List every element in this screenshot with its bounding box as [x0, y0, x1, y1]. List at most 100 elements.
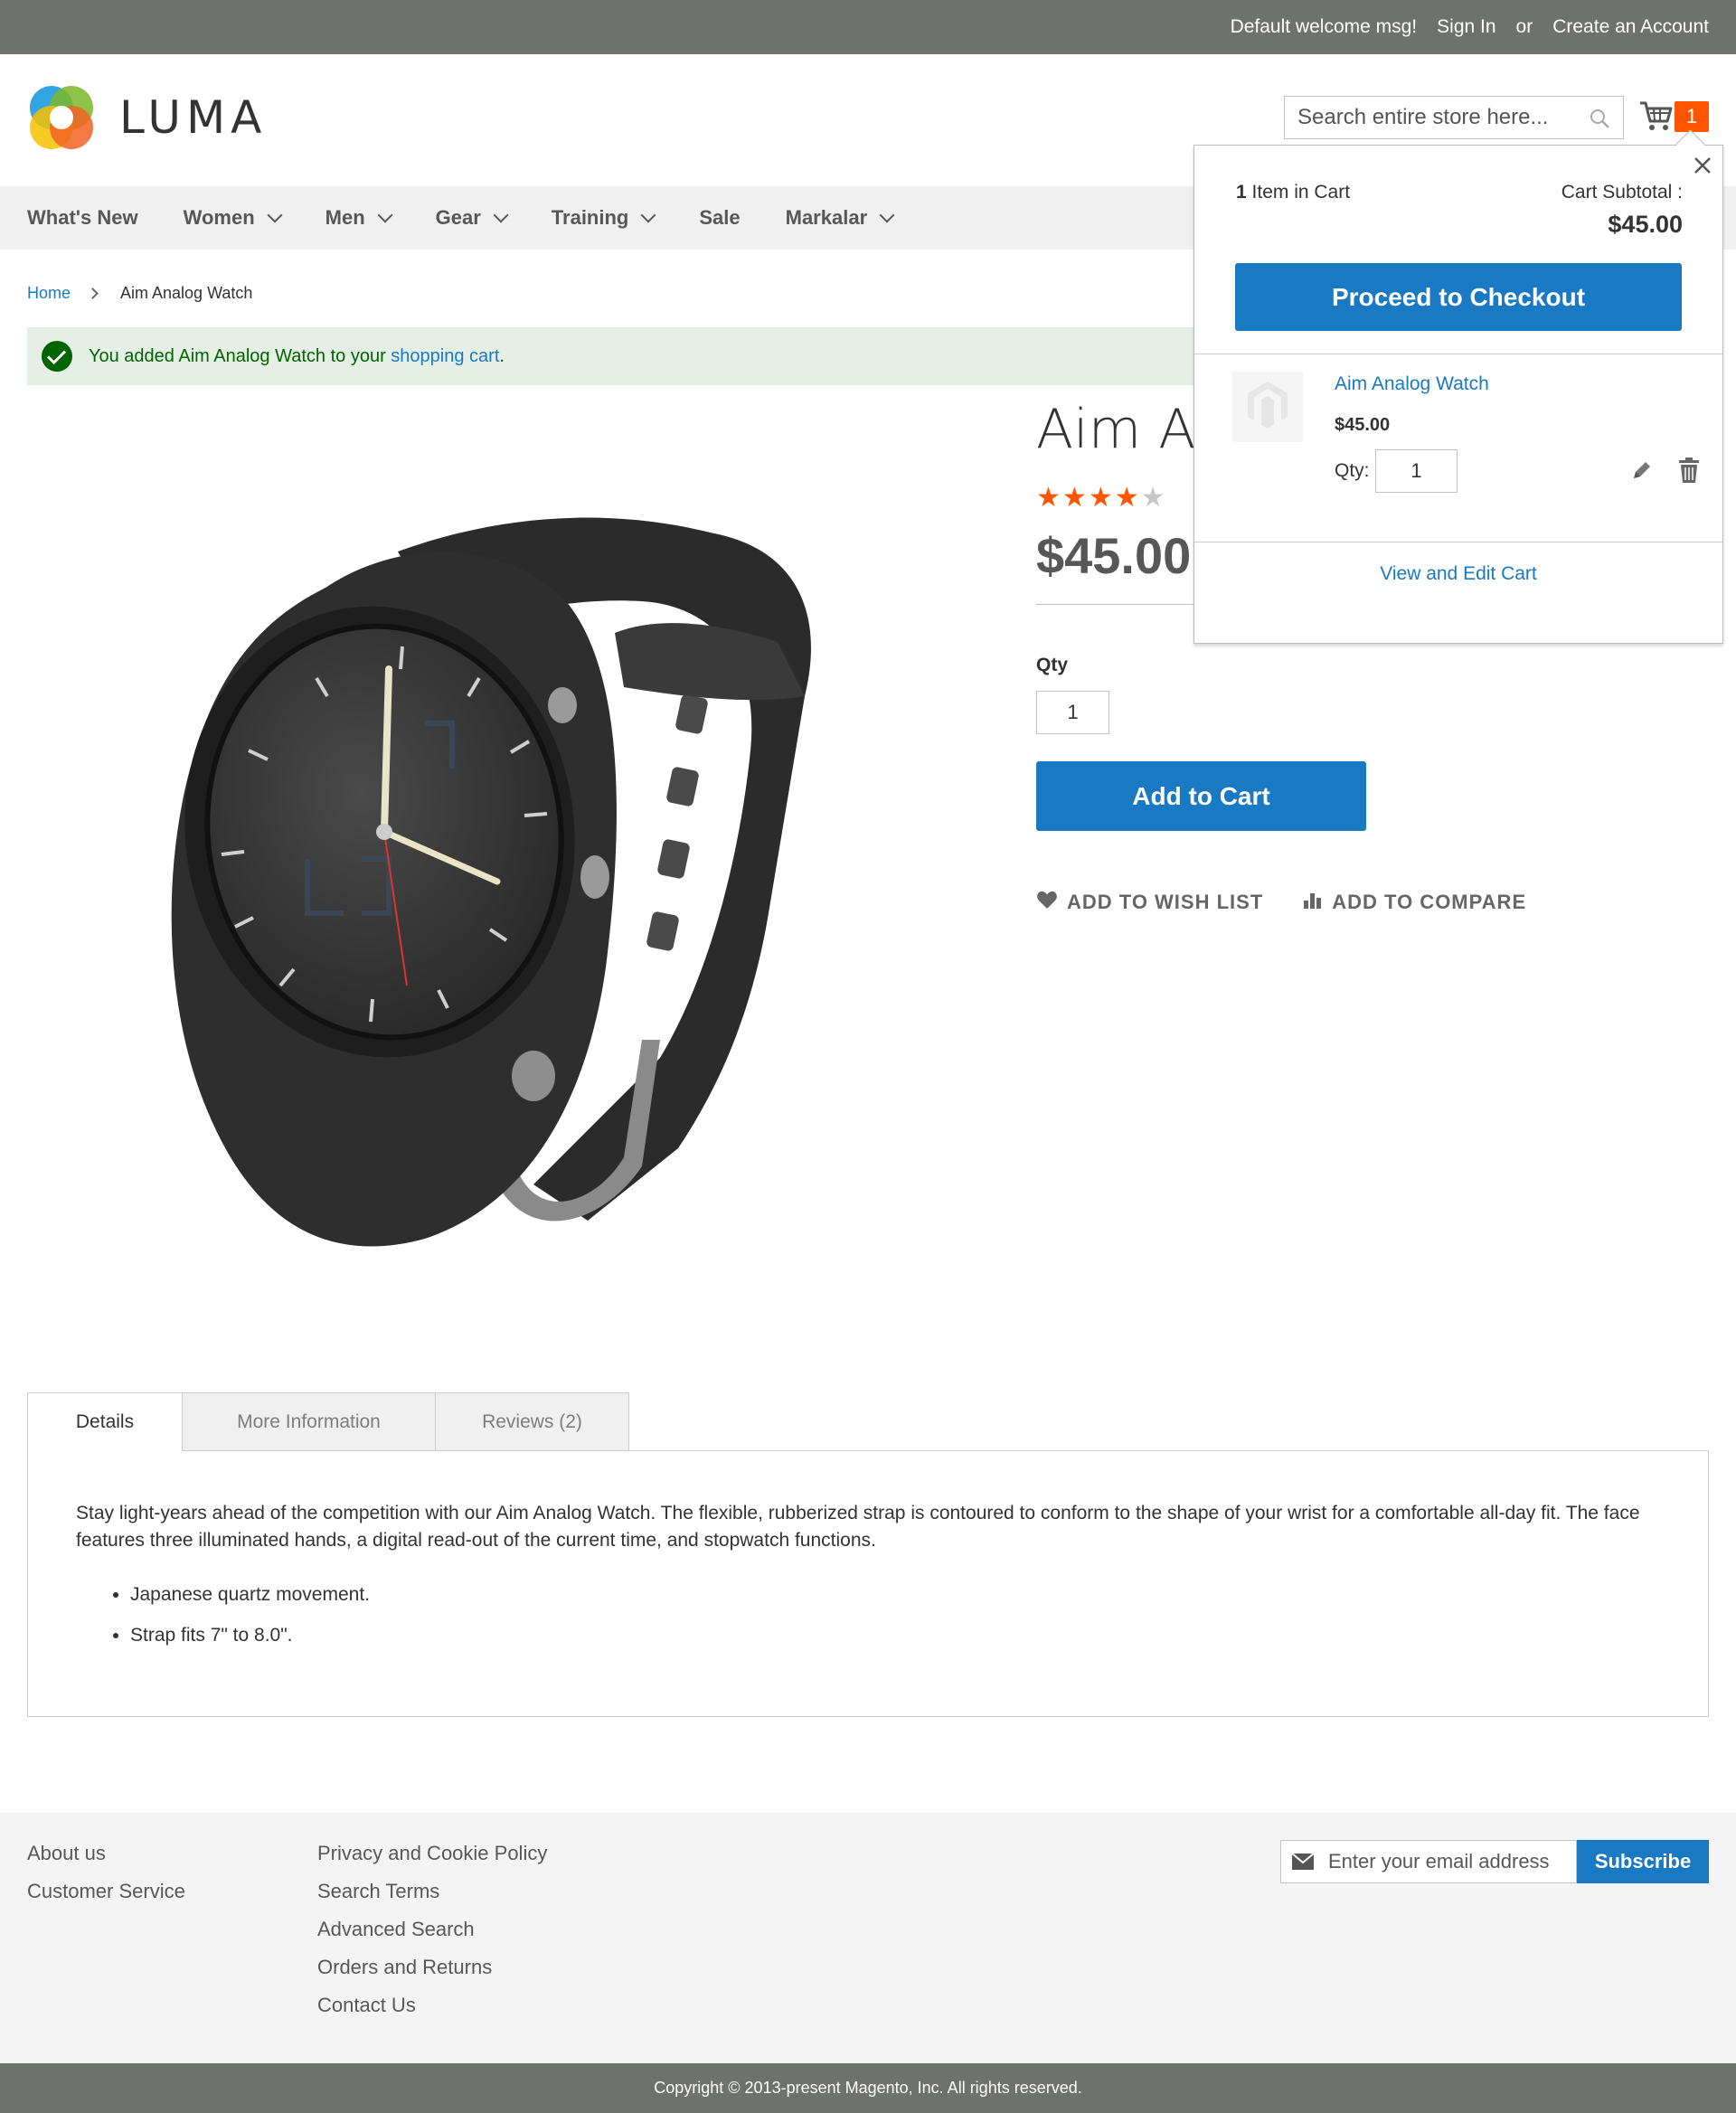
newsletter-field — [1280, 1840, 1577, 1883]
minicart-item-thumbnail[interactable] — [1232, 372, 1303, 442]
success-text: You added Aim Analog Watch to your shopp… — [89, 346, 505, 367]
list-item: Strap fits 7" to 8.0". — [130, 1622, 370, 1649]
proceed-to-checkout-button[interactable]: Proceed to Checkout — [1235, 263, 1682, 331]
cart-count-badge[interactable]: 1 — [1675, 101, 1709, 132]
top-bar: Default welcome msg! Sign In or Create a… — [0, 0, 1736, 54]
nav-item-women[interactable]: Women — [183, 206, 283, 230]
minicart-dropdown: 1 Item in Cart Cart Subtotal : $45.00 Pr… — [1194, 145, 1723, 644]
create-account-link[interactable]: Create an Account — [1552, 16, 1709, 38]
footer-link[interactable]: Customer Service — [27, 1878, 185, 1904]
footer-link[interactable]: Contact Us — [317, 1992, 547, 2018]
or-text: or — [1515, 16, 1533, 37]
nav-item-markalar[interactable]: Markalar — [785, 206, 895, 230]
add-to-cart-button[interactable]: Add to Cart — [1036, 761, 1366, 831]
chevron-down-icon — [267, 207, 283, 223]
nav-item-men[interactable]: Men — [326, 206, 393, 230]
newsletter-form: Subscribe — [1280, 1840, 1709, 1883]
breadcrumb-home[interactable]: Home — [27, 284, 71, 303]
breadcrumb-current: Aim Analog Watch — [120, 284, 253, 302]
magento-placeholder-icon — [1245, 380, 1290, 435]
footer-link[interactable]: Orders and Returns — [317, 1954, 547, 1980]
message-text-end: . — [499, 345, 505, 366]
tab-details[interactable]: Details — [27, 1392, 183, 1451]
newsletter-email-input[interactable] — [1328, 1850, 1572, 1873]
shopping-cart-link[interactable]: shopping cart — [391, 346, 499, 366]
trash-icon[interactable] — [1677, 457, 1701, 484]
cart-icon[interactable] — [1638, 98, 1675, 134]
chevron-down-icon — [640, 207, 656, 223]
logo[interactable]: LUMA — [27, 83, 267, 152]
qty-input[interactable] — [1036, 691, 1109, 734]
product-image[interactable] — [27, 407, 1004, 1311]
footer-links-col1: About us Customer Service — [27, 1840, 185, 1916]
check-circle-icon — [42, 341, 72, 372]
tab-panel-details: Stay light-years ahead of the competitio… — [27, 1450, 1709, 1717]
breadcrumb: Home Aim Analog Watch — [27, 284, 252, 303]
wishlist-label: ADD TO WISH LIST — [1067, 891, 1264, 913]
minicart-item-count: 1 Item in Cart — [1236, 182, 1350, 203]
view-edit-cart-link-wrap: View and Edit Cart — [1194, 563, 1722, 585]
nav-label: Training — [551, 206, 629, 229]
bar-chart-icon — [1303, 890, 1323, 915]
minicart-qty-label: Qty: — [1335, 460, 1370, 481]
product-actions: ADD TO WISH LIST ADD TO COMPARE — [1036, 890, 1526, 915]
nav-label: Women — [183, 206, 255, 229]
add-to-compare-link[interactable]: ADD TO COMPARE — [1303, 890, 1526, 915]
list-item: Japanese quartz movement. — [130, 1581, 370, 1608]
nav-item-gear[interactable]: Gear — [435, 206, 509, 230]
chevron-down-icon — [377, 207, 393, 223]
minicart-item-name[interactable]: Aim Analog Watch — [1335, 373, 1489, 395]
nav-item-whats-new[interactable]: What's New — [27, 206, 138, 230]
subtotal-label: Cart Subtotal : — [1561, 182, 1683, 203]
count-text: Item in Cart — [1246, 182, 1351, 203]
header-links: Default welcome msg! Sign In or Create a… — [1231, 0, 1709, 54]
nav-label: Markalar — [785, 206, 868, 229]
message-text: You added Aim Analog Watch to your — [89, 345, 392, 366]
product-price: $45.00 — [1036, 527, 1192, 584]
product-title: Aim Analog Watch — [1036, 398, 1199, 461]
tab-more-information[interactable]: More Information — [182, 1392, 436, 1451]
subtotal-amount: $45.00 — [1608, 211, 1683, 238]
product-tabs: Details More Information Reviews (2) — [27, 1392, 629, 1451]
qty-label: Qty — [1036, 655, 1069, 675]
minicart-qty-input[interactable] — [1375, 449, 1458, 493]
star-filled-icon: ★ — [1114, 483, 1139, 513]
feature-list: Japanese quartz movement. Strap fits 7" … — [130, 1581, 370, 1663]
footer-link[interactable]: Advanced Search — [317, 1916, 547, 1942]
nav-label: Gear — [435, 206, 481, 229]
count-number: 1 — [1236, 182, 1247, 203]
rating-stars[interactable]: ★ ★ ★ ★ ★ — [1036, 483, 1165, 514]
pencil-icon[interactable] — [1630, 458, 1654, 482]
nav-item-sale[interactable]: Sale — [699, 206, 740, 230]
nav-item-training[interactable]: Training — [551, 206, 656, 230]
chevron-right-icon — [87, 288, 99, 299]
search-input[interactable] — [1285, 97, 1574, 138]
star-filled-icon: ★ — [1061, 483, 1087, 513]
close-icon[interactable] — [1690, 153, 1715, 178]
subscribe-button[interactable]: Subscribe — [1577, 1840, 1709, 1883]
footer: About us Customer Service Privacy and Co… — [0, 1813, 1736, 2063]
search-box — [1284, 96, 1624, 139]
product-description: Stay light-years ahead of the competitio… — [76, 1503, 1640, 1551]
copyright: Copyright © 2013-present Magento, Inc. A… — [0, 2063, 1736, 2113]
tab-reviews[interactable]: Reviews (2) — [435, 1392, 629, 1451]
compare-label: ADD TO COMPARE — [1332, 891, 1527, 913]
success-message: You added Aim Analog Watch to your shopp… — [27, 327, 1199, 385]
nav-label: What's New — [27, 206, 138, 229]
footer-link[interactable]: Privacy and Cookie Policy — [317, 1840, 547, 1866]
star-empty-icon: ★ — [1140, 483, 1165, 513]
divider — [1036, 604, 1199, 605]
heart-icon — [1036, 890, 1058, 915]
chevron-down-icon — [493, 207, 509, 223]
add-to-wishlist-link[interactable]: ADD TO WISH LIST — [1036, 890, 1263, 915]
search-icon[interactable] — [1589, 108, 1610, 129]
envelope-icon — [1292, 1854, 1314, 1870]
logo-text: LUMA — [119, 91, 268, 144]
footer-link[interactable]: About us — [27, 1840, 185, 1866]
star-filled-icon: ★ — [1088, 483, 1113, 513]
chevron-down-icon — [879, 207, 895, 223]
sign-in-link[interactable]: Sign In — [1437, 16, 1495, 38]
footer-link[interactable]: Search Terms — [317, 1878, 547, 1904]
view-edit-cart-link[interactable]: View and Edit Cart — [1380, 563, 1537, 584]
footer-links-col2: Privacy and Cookie Policy Search Terms A… — [317, 1840, 547, 2030]
